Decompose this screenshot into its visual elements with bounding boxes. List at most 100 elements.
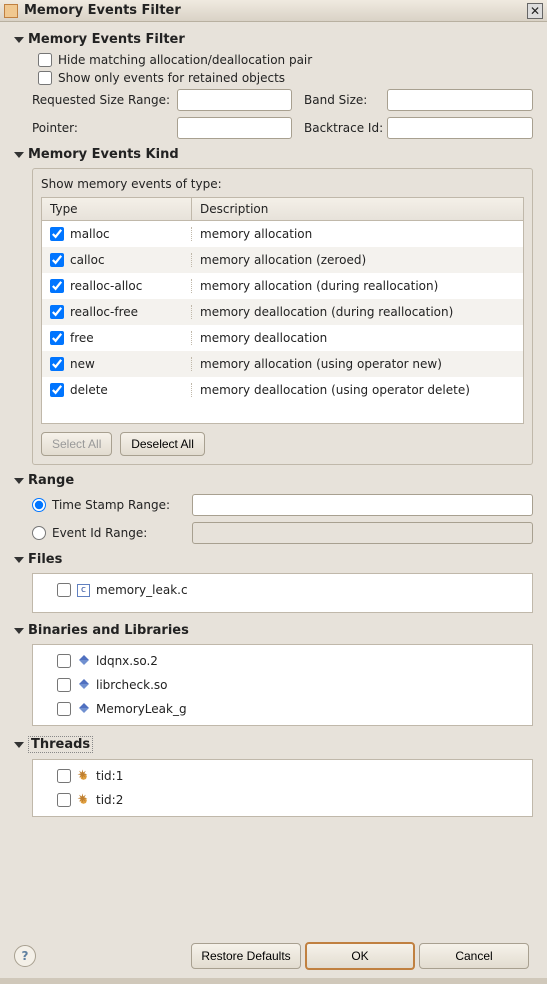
table-row[interactable]: newmemory allocation (using operator new… xyxy=(42,351,523,377)
section-kind: Memory Events Kind Show memory events of… xyxy=(14,147,533,465)
hide-matching-label: Hide matching allocation/deallocation pa… xyxy=(58,53,312,67)
statusbar xyxy=(0,978,547,984)
thread-name: tid:2 xyxy=(96,793,123,807)
thread-name: tid:1 xyxy=(96,769,123,783)
retained-checkbox[interactable] xyxy=(38,71,52,85)
restore-defaults-button[interactable]: Restore Defaults xyxy=(191,943,301,969)
binary-checkbox[interactable] xyxy=(57,654,71,668)
type-name: delete xyxy=(70,383,108,397)
list-item[interactable]: tid:2 xyxy=(33,788,532,812)
table-row[interactable]: free memory deallocation xyxy=(42,325,523,351)
window-icon xyxy=(4,4,18,18)
section-kind-title: Memory Events Kind xyxy=(28,147,179,162)
type-checkbox[interactable] xyxy=(50,383,64,397)
col-desc-header[interactable]: Description xyxy=(192,198,523,220)
type-desc: memory allocation (zeroed) xyxy=(192,253,523,267)
type-name: realloc-alloc xyxy=(70,279,142,293)
binary-name: ldqnx.so.2 xyxy=(96,654,158,668)
type-name: realloc-free xyxy=(70,305,138,319)
thread-checkbox[interactable] xyxy=(57,769,71,783)
section-filter-title: Memory Events Filter xyxy=(28,32,185,47)
type-checkbox[interactable] xyxy=(50,253,64,267)
section-threads-title: Threads xyxy=(28,736,93,753)
type-desc: memory allocation (during reallocation) xyxy=(192,279,523,293)
type-checkbox[interactable] xyxy=(50,357,64,371)
cancel-button[interactable]: Cancel xyxy=(419,943,529,969)
table-row[interactable]: callocmemory allocation (zeroed) xyxy=(42,247,523,273)
binary-checkbox[interactable] xyxy=(57,678,71,692)
type-desc: memory deallocation xyxy=(192,331,523,345)
binary-icon xyxy=(77,655,90,668)
section-files-header[interactable]: Files xyxy=(14,552,533,567)
show-events-label: Show memory events of type: xyxy=(41,177,524,191)
type-name: malloc xyxy=(70,227,110,241)
section-binaries-title: Binaries and Libraries xyxy=(28,623,189,638)
thread-checkbox[interactable] xyxy=(57,793,71,807)
section-range: Range Time Stamp Range: Event Id Range: xyxy=(14,473,533,544)
binary-name: librcheck.so xyxy=(96,678,168,692)
band-size-input[interactable] xyxy=(387,89,533,111)
type-desc: memory allocation xyxy=(192,227,523,241)
binary-icon xyxy=(77,703,90,716)
type-checkbox[interactable] xyxy=(50,279,64,293)
binaries-list: ldqnx.so.2 librcheck.so MemoryLeak_g xyxy=(32,644,533,726)
section-threads-header[interactable]: Threads xyxy=(14,736,533,753)
file-checkbox[interactable] xyxy=(57,583,71,597)
pointer-input[interactable] xyxy=(177,117,292,139)
backtrace-label: Backtrace Id: xyxy=(292,121,387,135)
section-kind-header[interactable]: Memory Events Kind xyxy=(14,147,533,162)
chevron-down-icon xyxy=(14,478,24,484)
binary-checkbox[interactable] xyxy=(57,702,71,716)
files-list: cmemory_leak.c xyxy=(32,573,533,613)
table-row[interactable]: delete memory deallocation (using operato… xyxy=(42,377,523,403)
section-binaries: Binaries and Libraries ldqnx.so.2 librche… xyxy=(14,623,533,726)
section-files-title: Files xyxy=(28,552,62,567)
requested-size-input[interactable] xyxy=(177,89,292,111)
section-range-title: Range xyxy=(28,473,74,488)
close-button[interactable]: ✕ xyxy=(527,3,543,19)
timestamp-range-radio[interactable] xyxy=(32,498,46,512)
select-all-button[interactable]: Select All xyxy=(41,432,112,456)
section-binaries-header[interactable]: Binaries and Libraries xyxy=(14,623,533,638)
eventid-range-label: Event Id Range: xyxy=(52,526,192,540)
table-row[interactable]: realloc-freememory deallocation (during … xyxy=(42,299,523,325)
ok-button[interactable]: OK xyxy=(305,942,415,970)
chevron-down-icon xyxy=(14,742,24,748)
c-file-icon: c xyxy=(77,584,90,597)
timestamp-range-label: Time Stamp Range: xyxy=(52,498,192,512)
thread-icon xyxy=(77,770,90,783)
backtrace-input[interactable] xyxy=(387,117,533,139)
type-desc: memory deallocation (using operator dele… xyxy=(192,383,523,397)
threads-list: tid:1 tid:2 xyxy=(32,759,533,817)
list-item[interactable]: cmemory_leak.c xyxy=(33,578,532,602)
binary-name: MemoryLeak_g xyxy=(96,702,187,716)
requested-size-label: Requested Size Range: xyxy=(32,93,177,107)
type-checkbox[interactable] xyxy=(50,331,64,345)
list-item[interactable]: librcheck.so xyxy=(33,673,532,697)
type-checkbox[interactable] xyxy=(50,227,64,241)
section-filter: Memory Events Filter Hide matching alloc… xyxy=(14,32,533,139)
chevron-down-icon xyxy=(14,628,24,634)
list-item[interactable]: MemoryLeak_g xyxy=(33,697,532,721)
type-name: new xyxy=(70,357,95,371)
type-checkbox[interactable] xyxy=(50,305,64,319)
eventid-range-radio[interactable] xyxy=(32,526,46,540)
hide-matching-checkbox[interactable] xyxy=(38,53,52,67)
button-bar: ? Restore Defaults OK Cancel xyxy=(0,934,547,978)
type-name: free xyxy=(70,331,94,345)
deselect-all-button[interactable]: Deselect All xyxy=(120,432,205,456)
table-row[interactable]: realloc-alloc memory allocation (during r… xyxy=(42,273,523,299)
binary-icon xyxy=(77,679,90,692)
section-files: Files cmemory_leak.c xyxy=(14,552,533,613)
eventid-range-input[interactable] xyxy=(192,522,533,544)
section-range-header[interactable]: Range xyxy=(14,473,533,488)
help-button[interactable]: ? xyxy=(14,945,36,967)
col-type-header[interactable]: Type xyxy=(42,198,192,220)
list-item[interactable]: tid:1 xyxy=(33,764,532,788)
table-row[interactable]: malloc memory allocation xyxy=(42,221,523,247)
list-item[interactable]: ldqnx.so.2 xyxy=(33,649,532,673)
chevron-down-icon xyxy=(14,557,24,563)
section-filter-header[interactable]: Memory Events Filter xyxy=(14,32,533,47)
section-threads: Threads tid:1 tid:2 xyxy=(14,736,533,817)
timestamp-range-input[interactable] xyxy=(192,494,533,516)
